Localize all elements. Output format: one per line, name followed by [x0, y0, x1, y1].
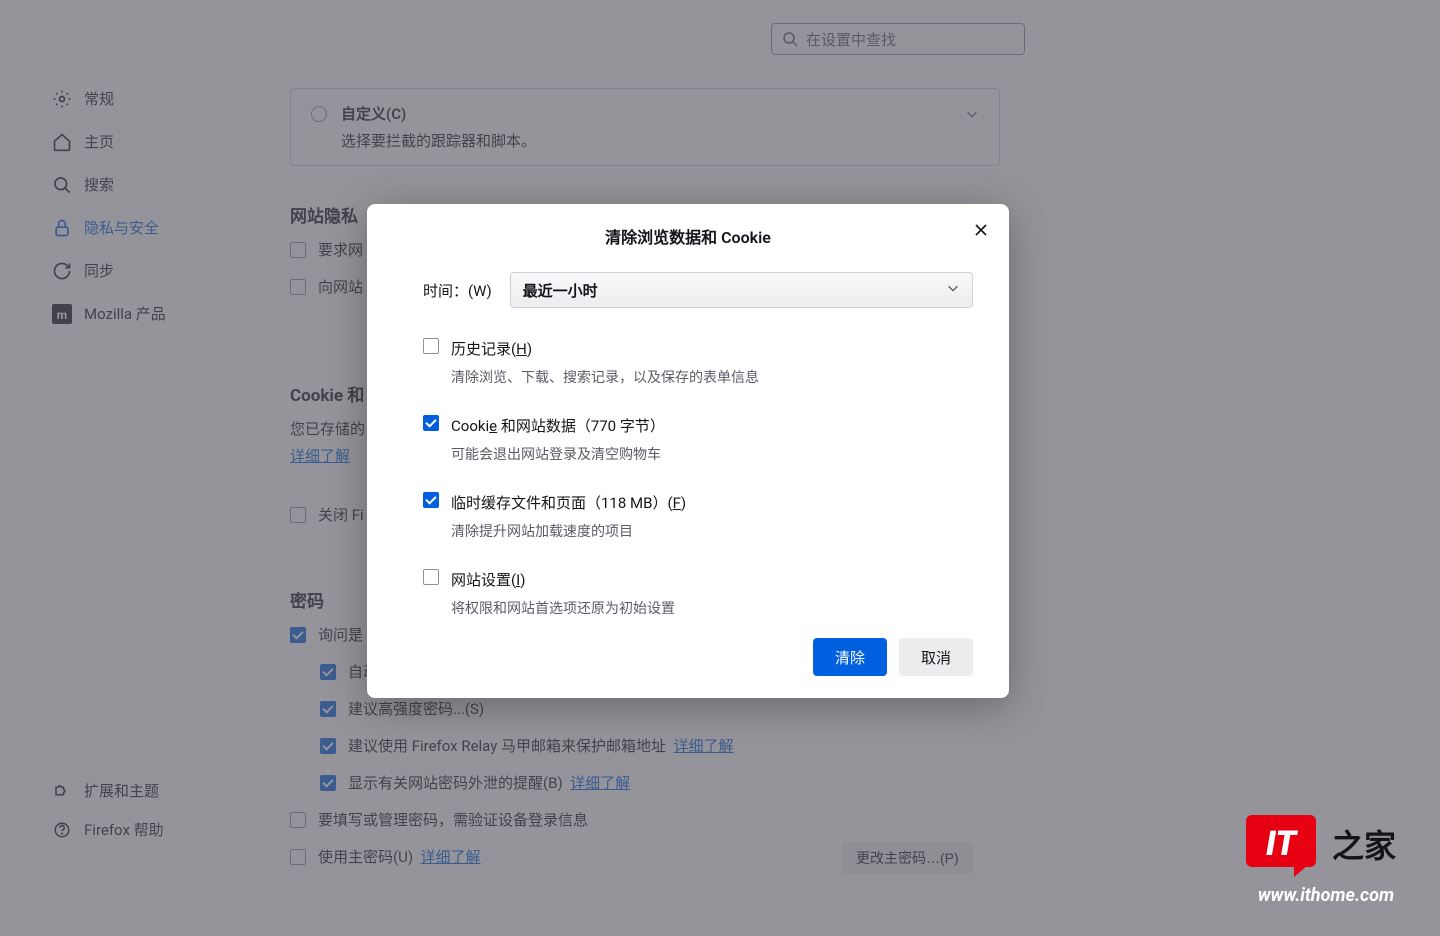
select-value: 最近一小时: [523, 280, 598, 301]
cookies-option: Cookie 和网站数据（770 字节） 可能会退出网站登录及清空购物车: [423, 415, 973, 464]
cache-option: 临时缓存文件和页面（118 MB）(F) 清除提升网站加载速度的项目: [423, 492, 973, 541]
dialog-title: 清除浏览数据和 Cookie: [403, 224, 973, 248]
option-label: 临时缓存文件和页面（118 MB）(F): [451, 492, 686, 513]
clear-button[interactable]: 清除: [813, 638, 887, 676]
close-icon: [973, 222, 989, 242]
time-range-select[interactable]: 最近一小时: [510, 272, 973, 308]
option-label: Cookie 和网站数据（770 字节）: [451, 415, 665, 436]
checkbox[interactable]: [423, 338, 439, 354]
checkbox[interactable]: [423, 492, 439, 508]
svg-text:IT: IT: [1266, 824, 1298, 864]
checkbox[interactable]: [423, 569, 439, 585]
ithome-logo-icon: IT 之家: [1246, 815, 1406, 877]
option-desc: 清除提升网站加载速度的项目: [451, 521, 973, 541]
option-desc: 将权限和网站首选项还原为初始设置: [451, 598, 973, 618]
cancel-button[interactable]: 取消: [899, 638, 973, 676]
history-option: 历史记录(H) 清除浏览、下载、搜索记录，以及保存的表单信息: [423, 338, 973, 387]
site-settings-option: 网站设置(I) 将权限和网站首选项还原为初始设置: [423, 569, 973, 618]
svg-text:之家: 之家: [1332, 827, 1396, 865]
option-desc: 可能会退出网站登录及清空购物车: [451, 444, 973, 464]
close-button[interactable]: [969, 220, 993, 244]
option-label: 历史记录(H): [451, 338, 532, 359]
option-label: 网站设置(I): [451, 569, 525, 590]
clear-data-dialog: 清除浏览数据和 Cookie 时间：(W) 最近一小时 历史记录(H) 清除浏览…: [367, 204, 1009, 698]
watermark: IT 之家 www.ithome.com: [1246, 815, 1406, 906]
chevron-down-icon: [946, 281, 960, 299]
time-label: 时间：(W): [423, 280, 492, 301]
checkbox[interactable]: [423, 415, 439, 431]
watermark-url: www.ithome.com: [1246, 885, 1406, 906]
option-desc: 清除浏览、下载、搜索记录，以及保存的表单信息: [451, 367, 973, 387]
